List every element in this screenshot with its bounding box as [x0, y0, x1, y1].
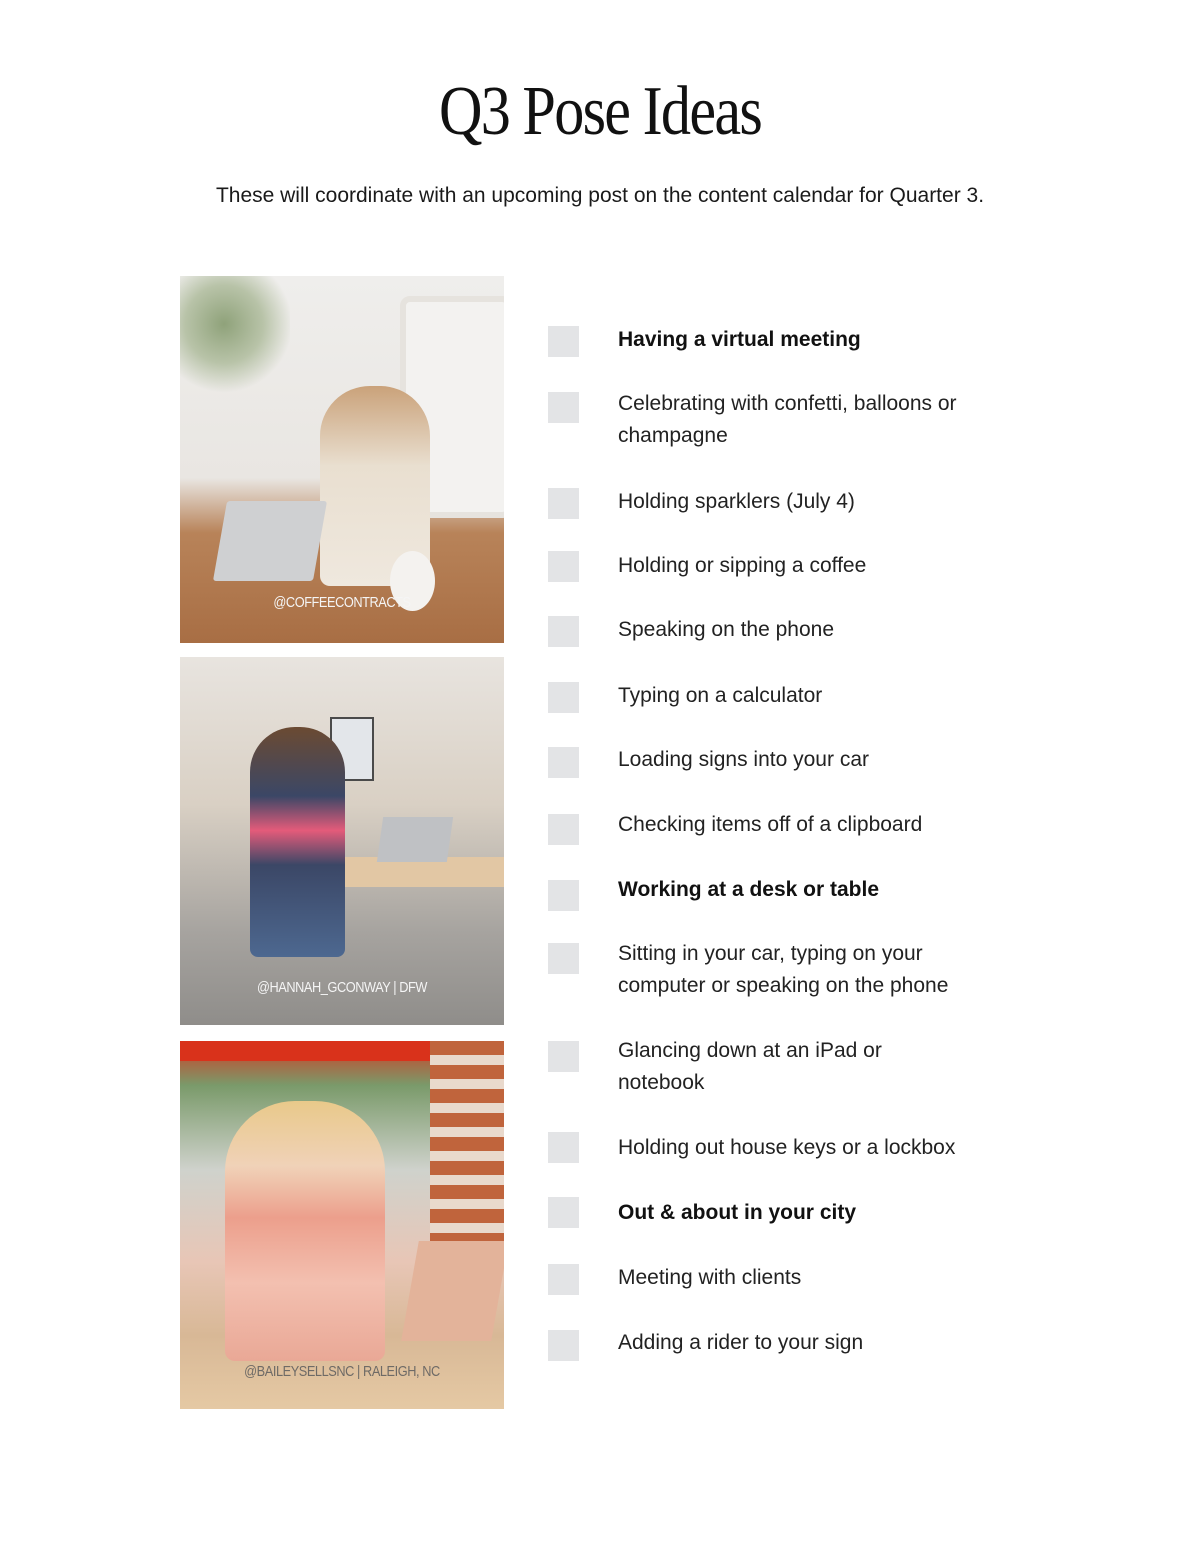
checklist-item-label: Meeting with clients	[618, 1266, 802, 1289]
checkbox[interactable]	[548, 1264, 579, 1295]
checklist-item-label: Speaking on the phone	[618, 618, 835, 641]
checklist-item-label: Holding out house keys or a lockbox	[618, 1136, 956, 1159]
checklist-item-label: Checking items off of a clipboard	[618, 813, 923, 836]
checklist-item-label: Sitting in your car, typing on your comp…	[618, 942, 949, 997]
checklist-item-label: Holding sparklers (July 4)	[618, 490, 855, 513]
checkbox[interactable]	[548, 880, 579, 911]
checklist-item-label: Holding or sipping a coffee	[618, 554, 867, 577]
photo-caption: @BAILEYSELLSNC | RALEIGH, NC	[244, 1363, 440, 1380]
person-figure	[225, 1101, 385, 1361]
checklist-item-label: Working at a desk or table	[618, 878, 880, 901]
checklist-item-label: Adding a rider to your sign	[618, 1331, 864, 1354]
photo-caption: @HANNAH_GCONWAY | DFW	[256, 979, 428, 996]
fence-shape	[430, 1041, 504, 1261]
checkbox[interactable]	[548, 943, 579, 974]
checkbox[interactable]	[548, 1330, 579, 1361]
photo-desk-phone: @HANNAH_GCONWAY | DFW	[180, 657, 504, 1025]
checkbox[interactable]	[548, 682, 579, 713]
photo-caption: @COFFEECONTRACTS	[273, 594, 411, 611]
person-figure	[250, 727, 345, 957]
photo-virtual-meeting: @COFFEECONTRACTS	[180, 276, 504, 643]
page-subtitle: These will coordinate with an upcoming p…	[215, 184, 985, 207]
checkbox[interactable]	[548, 1197, 579, 1228]
checkbox[interactable]	[548, 616, 579, 647]
checklist-item-label: Having a virtual meeting	[618, 328, 861, 351]
page-title: Q3 Pose Ideas	[438, 73, 763, 150]
checkbox[interactable]	[548, 551, 579, 582]
laptop-shape	[376, 817, 454, 862]
checklist-item-label: Celebrating with confetti, balloons or c…	[618, 392, 957, 447]
plant-decor	[180, 276, 290, 396]
checkbox[interactable]	[548, 1041, 579, 1072]
checkbox[interactable]	[548, 747, 579, 778]
photo-coffee-outdoors: @BAILEYSELLSNC | RALEIGH, NC	[180, 1041, 504, 1409]
checkbox[interactable]	[548, 814, 579, 845]
laptop-shape	[401, 1241, 504, 1341]
checklist-item-label: Typing on a calculator	[618, 684, 823, 707]
checkbox[interactable]	[548, 326, 579, 357]
checklist-item-label: Out & about in your city	[618, 1201, 857, 1224]
laptop-shape	[212, 501, 328, 581]
checklist-item-label: Glancing down at an iPad or notebook	[618, 1039, 882, 1094]
checkbox[interactable]	[548, 488, 579, 519]
checkbox[interactable]	[548, 392, 579, 423]
checkbox[interactable]	[548, 1132, 579, 1163]
checklist-item-label: Loading signs into your car	[618, 748, 869, 771]
